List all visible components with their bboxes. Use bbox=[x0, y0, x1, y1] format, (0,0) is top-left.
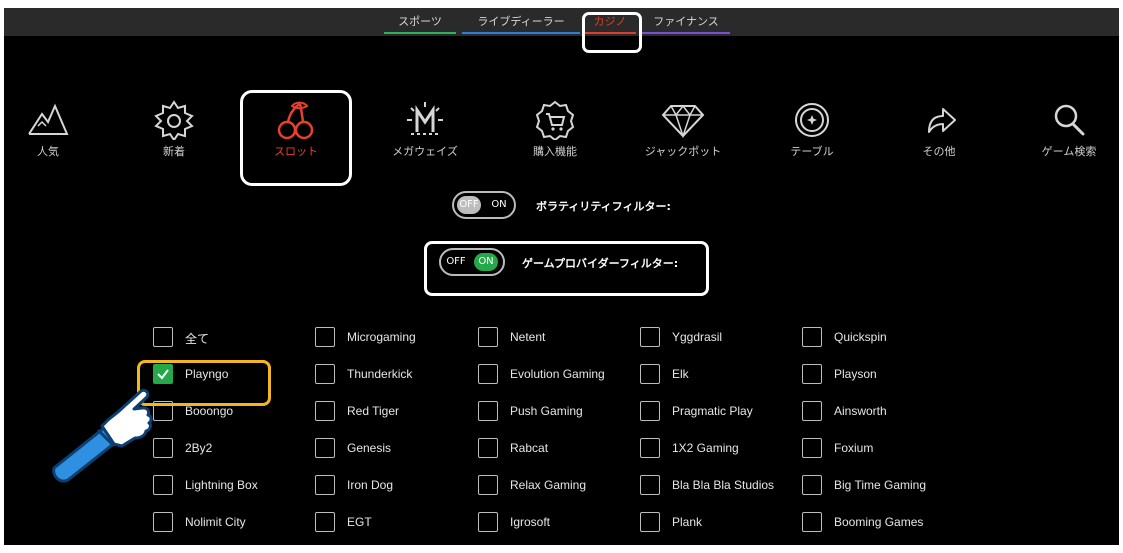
tab-sports[interactable]: スポーツ bbox=[384, 14, 456, 34]
provider-label: Big Time Gaming bbox=[834, 478, 927, 492]
provider-label: Quickspin bbox=[834, 330, 887, 344]
provider-label: Yggdrasil bbox=[672, 330, 723, 344]
provider-label: Elk bbox=[672, 367, 689, 381]
category-label: 新着 bbox=[163, 145, 185, 158]
checkbox-box[interactable] bbox=[802, 438, 822, 458]
checkbox-box[interactable] bbox=[640, 364, 660, 384]
category-label: テーブル bbox=[790, 145, 834, 158]
checkbox-box[interactable] bbox=[153, 512, 173, 532]
provider-label: Lightning Box bbox=[185, 478, 258, 492]
provider-label: 1X2 Gaming bbox=[672, 441, 739, 455]
cart-badge-icon bbox=[535, 100, 575, 140]
checkbox-box[interactable] bbox=[478, 438, 498, 458]
provider-label: Booming Games bbox=[834, 515, 924, 529]
tab-label: スポーツ bbox=[398, 15, 442, 28]
share-arrow-icon bbox=[928, 108, 956, 133]
category-table[interactable]: テーブル bbox=[762, 100, 862, 159]
provider-label: 全て bbox=[185, 332, 210, 346]
checkbox-box[interactable] bbox=[640, 438, 660, 458]
volatility-filter-toggle[interactable]: OFF ON bbox=[452, 191, 516, 219]
tab-finance[interactable]: ファイナンス bbox=[642, 14, 730, 34]
checkbox-box[interactable] bbox=[315, 438, 335, 458]
top-nav: スポーツ ライブディーラー カジノ ファイナンス bbox=[4, 8, 1119, 36]
category-megaways[interactable]: メガウェイズ bbox=[375, 100, 475, 159]
casino-tab-highlight bbox=[582, 12, 642, 53]
checkbox-box[interactable] bbox=[802, 512, 822, 532]
diamond-icon bbox=[661, 104, 705, 139]
checkbox-box[interactable] bbox=[478, 364, 498, 384]
provider-label: Playson bbox=[834, 367, 877, 381]
category-game-search[interactable]: ゲーム検索 bbox=[1019, 100, 1119, 159]
category-popular[interactable]: 人気 bbox=[0, 100, 98, 159]
provider-label: Relax Gaming bbox=[510, 478, 587, 492]
checkbox-box[interactable] bbox=[315, 401, 335, 421]
provider-label: Igrosoft bbox=[510, 515, 551, 529]
category-new[interactable]: 新着 bbox=[124, 100, 224, 159]
tab-underline bbox=[384, 32, 456, 34]
tab-underline bbox=[642, 32, 730, 34]
provider-label: Iron Dog bbox=[347, 478, 394, 492]
chip-icon bbox=[795, 103, 829, 137]
provider-label: Genesis bbox=[347, 441, 392, 455]
category-label: メガウェイズ bbox=[392, 145, 458, 158]
checkbox-box[interactable] bbox=[640, 401, 660, 421]
provider-label: Booongo bbox=[185, 404, 234, 418]
provider-label: Red Tiger bbox=[347, 404, 400, 418]
checkbox-box[interactable] bbox=[478, 475, 498, 495]
category-label: その他 bbox=[922, 145, 956, 158]
provider-label: Foxium bbox=[834, 441, 874, 455]
checkbox-box[interactable] bbox=[153, 327, 173, 347]
category-label: ゲーム検索 bbox=[1041, 145, 1097, 158]
checkbox-box[interactable] bbox=[802, 364, 822, 384]
tab-label: ファイナンス bbox=[653, 15, 719, 28]
checkbox-box[interactable] bbox=[315, 475, 335, 495]
provider-label: Evolution Gaming bbox=[510, 367, 605, 381]
casino-panel: スポーツ ライブディーラー カジノ ファイナンス 人気 新着 スロット メガウェ… bbox=[4, 8, 1119, 545]
checkbox-box[interactable] bbox=[315, 364, 335, 384]
tab-label: ライブディーラー bbox=[477, 15, 565, 28]
search-icon bbox=[1054, 104, 1085, 136]
provider-label: Plank bbox=[672, 515, 703, 529]
checkbox-box[interactable] bbox=[478, 327, 498, 347]
category-jackpot[interactable]: ジャックポット bbox=[633, 100, 733, 159]
checkbox-box[interactable] bbox=[315, 327, 335, 347]
provider-label: Pragmatic Play bbox=[672, 404, 753, 418]
provider-label: Nolimit City bbox=[185, 515, 246, 529]
checkbox-box[interactable] bbox=[640, 475, 660, 495]
checkbox-box[interactable] bbox=[315, 512, 335, 532]
category-buy-feature[interactable]: 購入機能 bbox=[505, 100, 605, 159]
pointing-hand-icon bbox=[52, 388, 153, 483]
provider-label: 2By2 bbox=[185, 441, 213, 455]
volatility-filter-label: ボラティリティフィルター: bbox=[536, 200, 671, 213]
provider-label: Push Gaming bbox=[510, 404, 583, 418]
megaways-icon bbox=[407, 102, 443, 135]
mountain-icon bbox=[28, 103, 69, 135]
toggle-off-knob: OFF bbox=[457, 196, 481, 214]
category-other[interactable]: その他 bbox=[889, 100, 989, 159]
provider-label: Bla Bla Bla Studios bbox=[672, 478, 775, 492]
provider-label: Ainsworth bbox=[834, 404, 887, 418]
provider-filter-highlight bbox=[424, 241, 709, 296]
tab-live-dealer[interactable]: ライブディーラー bbox=[462, 14, 580, 34]
tab-underline bbox=[462, 32, 580, 34]
sun-badge-icon bbox=[154, 100, 194, 140]
screenshot: スポーツ ライブディーラー カジノ ファイナンス 人気 新着 スロット メガウェ… bbox=[0, 0, 1123, 553]
checkbox-box[interactable] bbox=[802, 475, 822, 495]
checkbox-box[interactable] bbox=[478, 512, 498, 532]
toggle-on-text: ON bbox=[491, 199, 507, 210]
provider-label: EGT bbox=[347, 515, 372, 529]
slots-category-highlight bbox=[240, 90, 352, 186]
category-label: 購入機能 bbox=[533, 145, 577, 158]
checkbox-box[interactable] bbox=[478, 401, 498, 421]
category-label: ジャックポット bbox=[644, 145, 722, 158]
checkbox-box[interactable] bbox=[640, 512, 660, 532]
provider-label: Thunderkick bbox=[347, 367, 413, 381]
provider-label: Microgaming bbox=[347, 330, 416, 344]
provider-label: Netent bbox=[510, 330, 546, 344]
category-label: 人気 bbox=[37, 145, 59, 158]
checkbox-box[interactable] bbox=[802, 327, 822, 347]
checkbox-box[interactable] bbox=[802, 401, 822, 421]
provider-label: Rabcat bbox=[510, 441, 549, 455]
checkbox-box[interactable] bbox=[640, 327, 660, 347]
